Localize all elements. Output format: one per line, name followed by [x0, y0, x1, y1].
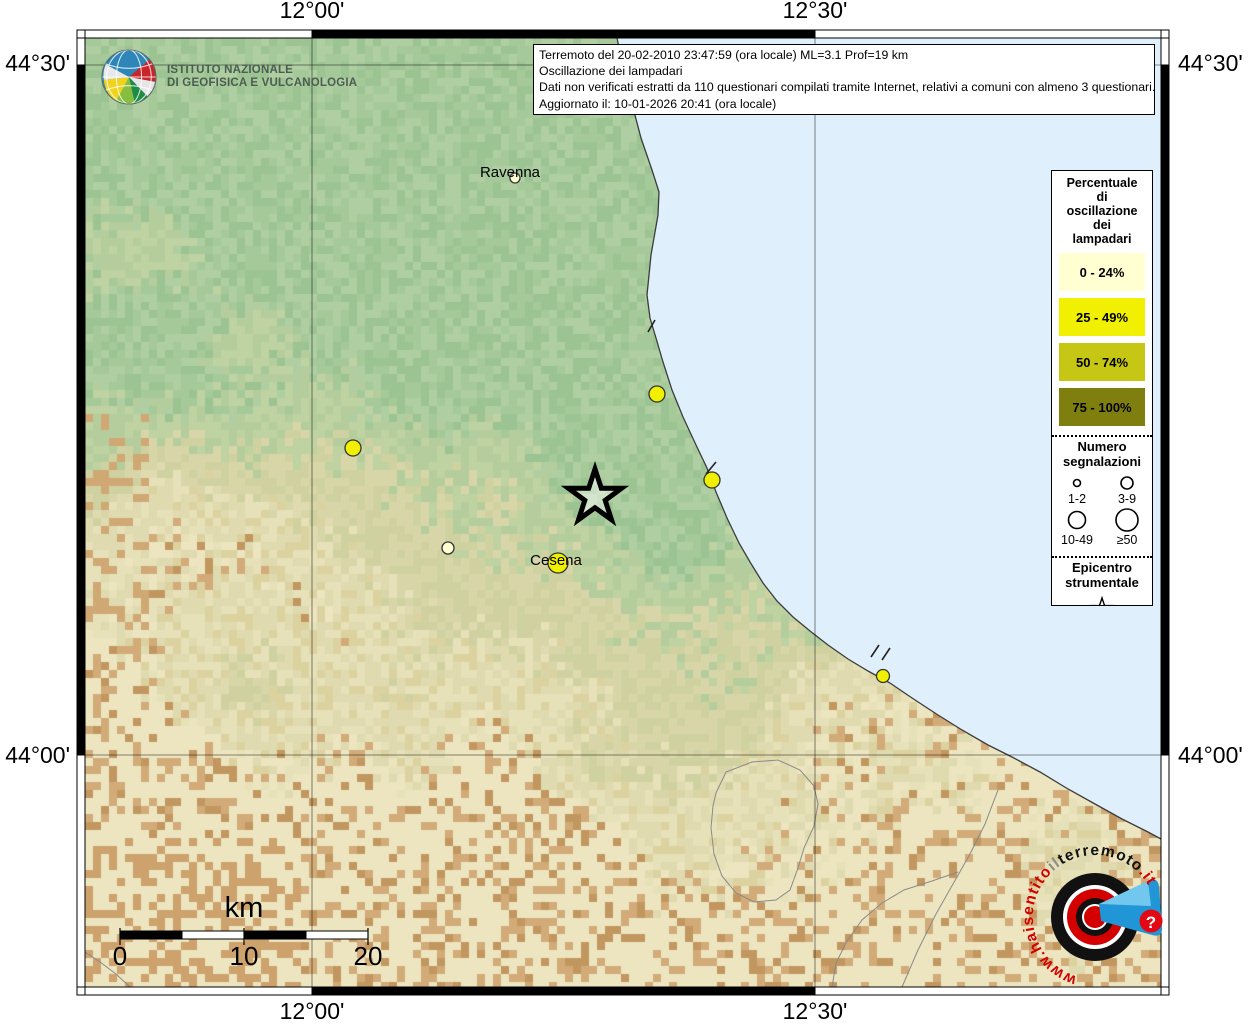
- scale-bar-tick-label: 10: [230, 941, 259, 971]
- count-label-50plus: ≥50: [1102, 534, 1152, 547]
- ingv-logo: ISTITUTO NAZIONALE DI GEOFISICA E VULCAN…: [100, 48, 357, 106]
- legend-counts-title: Numero segnalazioni: [1052, 440, 1152, 469]
- map-frame-band: [77, 30, 85, 38]
- lon-label-bottom-1230: 12°30': [783, 998, 848, 1024]
- map-frame-band: [815, 30, 1161, 38]
- scale-bar-segment: [244, 931, 306, 939]
- count-label-1-2: 1-2: [1052, 493, 1102, 506]
- event-updated: Aggiornato il: 10-01-2026 20:41 (ora loc…: [539, 96, 1149, 112]
- observation-dot: [442, 542, 454, 554]
- scale-bar-tick-label: 20: [354, 941, 383, 971]
- legend-swatch-50-74-label: 50 - 74%: [1076, 355, 1128, 370]
- legend-swatch-25-49: 25 - 49%: [1059, 298, 1145, 336]
- legend-swatch-25-49-label: 25 - 49%: [1076, 310, 1128, 325]
- observation-dot: [877, 670, 890, 683]
- city-label-cesena: Cesena: [530, 552, 582, 569]
- map-frame-band: [312, 987, 815, 995]
- event-effect: Oscillazione dei lampadari: [539, 63, 1149, 79]
- legend-percent-title-l1: Percentuale: [1052, 176, 1152, 190]
- legend-percent-title-l5: lampadari: [1052, 232, 1152, 246]
- observation-dot: [649, 386, 665, 402]
- map-frame-band: [85, 987, 312, 995]
- legend: Percentuale di oscillazione dei lampadar…: [1051, 170, 1153, 606]
- admin-boundary: [711, 760, 818, 902]
- lat-label-left-4430: 44°30': [2, 50, 70, 77]
- lat-label-right-4400: 44°00': [1178, 742, 1243, 769]
- map-frame-band: [77, 65, 85, 755]
- map-frame-band: [1161, 65, 1169, 755]
- scale-bar-segment: [120, 931, 182, 939]
- lat-label-right-4430: 44°30': [1178, 50, 1243, 77]
- legend-swatch-75-100-label: 75 - 100%: [1072, 400, 1131, 415]
- legend-swatch-0-24-label: 0 - 24%: [1080, 265, 1125, 280]
- scale-bar-segment: [182, 931, 244, 939]
- ingv-name-line2: DI GEOFISICA E VULCANOLOGIA: [167, 77, 357, 91]
- observation-dot: [704, 472, 720, 488]
- count-label-10-49: 10-49: [1052, 534, 1102, 547]
- legend-divider-2: [1052, 556, 1152, 558]
- ingv-name-line1: ISTITUTO NAZIONALE: [167, 64, 357, 78]
- legend-epicenter-title-l2: strumentale: [1052, 576, 1152, 591]
- legend-counts-title-l2: segnalazioni: [1052, 455, 1152, 470]
- legend-count-symbols: 1-2 3-9 10-49 ≥50: [1052, 471, 1152, 547]
- legend-swatch-50-74: 50 - 74%: [1059, 343, 1145, 381]
- scale-bar-unit: km: [225, 892, 264, 924]
- epicenter-star: [568, 469, 621, 520]
- map-frame-band: [77, 38, 85, 65]
- event-title: Terremoto del 20-02-2010 23:47:59 (ora l…: [539, 47, 1149, 63]
- scale-bar-segment: [306, 931, 368, 939]
- map-frame-band: [1161, 755, 1169, 987]
- lon-label-top-1230: 12°30': [783, 0, 848, 24]
- macroseismic-map-page: 0 10 20 km Ravenna Cesena ?www.haisentitoilter…: [0, 0, 1255, 1024]
- scale-bar-tick-label: 0: [113, 941, 127, 971]
- map-frame-band: [77, 755, 85, 987]
- event-data-note: Dati non verificati estratti da 110 ques…: [539, 79, 1149, 95]
- legend-counts-title-l1: Numero: [1052, 440, 1152, 455]
- admin-boundary: [902, 790, 998, 987]
- legend-epicenter-title-l1: Epicentro: [1052, 561, 1152, 576]
- count-circle-1-2-icon: [1060, 471, 1094, 493]
- map-frame-band: [815, 987, 1161, 995]
- count-label-3-9: 3-9: [1102, 493, 1152, 506]
- lon-label-bottom-1200: 12°00': [280, 998, 345, 1024]
- map-frame-band: [85, 30, 312, 38]
- legend-swatch-75-100: 75 - 100%: [1059, 388, 1145, 426]
- epicenter-star-icon: [1087, 594, 1117, 606]
- lon-label-top-1200: 12°00': [280, 0, 345, 24]
- legend-epicenter-title: Epicentro strumentale: [1052, 561, 1152, 590]
- observation-dot: [345, 440, 361, 456]
- event-info-box: Terremoto del 20-02-2010 23:47:59 (ora l…: [533, 44, 1155, 115]
- count-circle-3-9-icon: [1110, 471, 1144, 493]
- count-circle-50plus-icon: [1110, 506, 1144, 534]
- map-frame-band: [77, 987, 85, 995]
- haisentito-watermark-logo: ?www.haisentitoilterremoto.it: [1020, 842, 1163, 989]
- admin-boundary: [832, 872, 958, 987]
- question-mark: ?: [1146, 913, 1156, 932]
- map-frame-band: [312, 30, 815, 38]
- map-frame-band: [1161, 30, 1169, 38]
- legend-percent-title-l3: oscillazione: [1052, 204, 1152, 218]
- legend-divider-1: [1052, 435, 1152, 437]
- map-frame-band: [1161, 987, 1169, 995]
- lat-label-left-4400: 44°00': [2, 742, 70, 769]
- map-frame-band: [1161, 38, 1169, 65]
- legend-percent-title-l2: di: [1052, 190, 1152, 204]
- count-circle-10-49-icon: [1060, 506, 1094, 534]
- legend-swatch-0-24: 0 - 24%: [1059, 253, 1145, 291]
- ingv-globe-icon: [100, 48, 158, 106]
- city-label-ravenna: Ravenna: [480, 164, 541, 181]
- legend-percent-title: Percentuale di oscillazione dei lampadar…: [1052, 176, 1152, 246]
- legend-percent-title-l4: dei: [1052, 218, 1152, 232]
